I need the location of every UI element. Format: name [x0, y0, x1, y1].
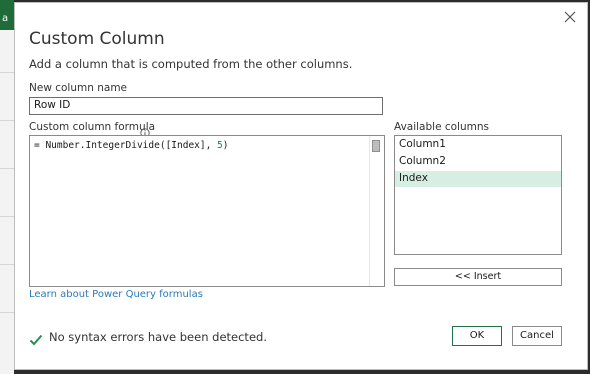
- dialog-title: Custom Column: [29, 29, 165, 49]
- column-item-column1[interactable]: Column1: [395, 137, 561, 153]
- formula-scrollbar-thumb[interactable]: [372, 140, 380, 152]
- new-column-name-label: New column name: [29, 82, 128, 94]
- ok-button[interactable]: OK: [452, 326, 502, 346]
- close-button[interactable]: [563, 9, 577, 23]
- learn-power-query-link[interactable]: Learn about Power Query formulas: [29, 289, 203, 300]
- formula-scrollbar-track[interactable]: [369, 136, 384, 286]
- background-row-line: [0, 168, 14, 169]
- column-item-column2[interactable]: Column2: [395, 154, 561, 170]
- column-item-index[interactable]: Index: [395, 171, 561, 187]
- available-columns-list[interactable]: Column1 Column2 Index: [394, 135, 562, 255]
- background-row-line: [0, 264, 14, 265]
- custom-column-dialog: Custom Column Add a column that is compu…: [14, 2, 588, 370]
- formula-prefix: = Number.IntegerDivide(: [34, 140, 166, 151]
- checkmark-icon: [29, 331, 43, 346]
- formula-label: Custom column formula: [29, 121, 156, 133]
- background-letter: a: [2, 13, 9, 24]
- background-row-line: [0, 312, 14, 313]
- background-excel-sheet: a: [0, 0, 14, 374]
- cancel-button[interactable]: Cancel: [512, 326, 562, 346]
- syntax-status: No syntax errors have been detected.: [49, 330, 267, 344]
- formula-text: = Number.IntegerDivide([Index], 5): [34, 140, 229, 151]
- formula-arg1: [Index],: [165, 140, 218, 151]
- info-icon[interactable]: [140, 123, 150, 138]
- dialog-subtitle: Add a column that is computed from the o…: [29, 57, 353, 71]
- available-columns-label: Available columns: [394, 121, 489, 133]
- formula-editor[interactable]: = Number.IntegerDivide([Index], 5): [29, 135, 385, 287]
- insert-button[interactable]: << Insert: [394, 268, 562, 286]
- new-column-name-input[interactable]: Row ID: [29, 97, 383, 115]
- close-icon: [564, 11, 576, 23]
- background-row-line: [0, 72, 14, 73]
- formula-suffix: ): [222, 140, 229, 151]
- background-row-line: [0, 216, 14, 217]
- background-row-line: [0, 120, 14, 121]
